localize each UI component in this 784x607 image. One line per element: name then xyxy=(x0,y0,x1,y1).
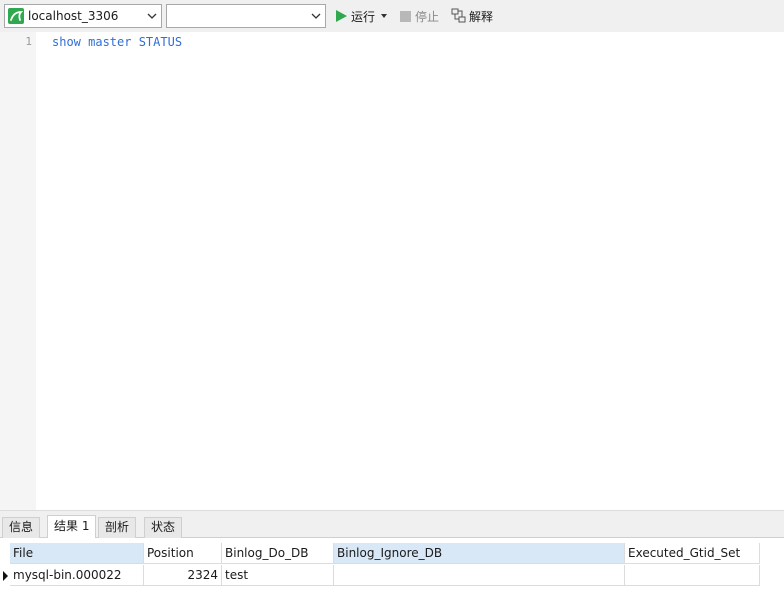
result-tabs: 信息 结果 1 剖析 状态 xyxy=(0,515,784,538)
connection-select-value: localhost_3306 xyxy=(28,9,119,23)
line-number: 1 xyxy=(25,35,32,48)
result-grid: File Position Binlog_Do_DB Binlog_Ignore… xyxy=(0,538,784,607)
cell-binlog-ignore-db[interactable] xyxy=(334,565,625,586)
explain-button[interactable]: 解释 xyxy=(451,6,493,26)
table-row[interactable]: mysql-bin.000022 2324 test xyxy=(10,565,760,586)
sql-editor[interactable]: show master STATUS xyxy=(36,32,784,510)
cell-position[interactable]: 2324 xyxy=(144,565,222,586)
connection-select[interactable]: localhost_3306 xyxy=(4,4,162,28)
line-number-gutter: 1 xyxy=(0,32,36,510)
column-header-file[interactable]: File xyxy=(10,543,144,564)
stop-button[interactable]: 停止 xyxy=(400,6,439,26)
tab-profile[interactable]: 剖析 xyxy=(98,517,137,538)
play-icon xyxy=(336,10,347,22)
toolbar: localhost_3306 运行 停止 解释 xyxy=(0,0,784,32)
explain-icon xyxy=(451,8,466,23)
stop-label: 停止 xyxy=(415,9,440,24)
database-select[interactable] xyxy=(166,4,326,28)
run-label: 运行 xyxy=(351,9,376,24)
stop-icon xyxy=(400,10,411,22)
tab-status[interactable]: 状态 xyxy=(144,517,183,538)
column-header-position[interactable]: Position xyxy=(144,543,222,564)
chevron-down-icon xyxy=(147,13,157,19)
cell-executed-gtid-set[interactable] xyxy=(625,565,760,586)
tab-info[interactable]: 信息 xyxy=(2,517,41,538)
cell-binlog-do-db[interactable]: test xyxy=(222,565,334,586)
column-header-binlog-do-db[interactable]: Binlog_Do_DB xyxy=(222,543,334,564)
cell-file[interactable]: mysql-bin.000022 xyxy=(10,565,144,586)
code-line: show master STATUS xyxy=(52,35,183,49)
grid-header-row: File Position Binlog_Do_DB Binlog_Ignore… xyxy=(10,543,760,564)
explain-label: 解释 xyxy=(469,9,494,24)
current-row-indicator-icon xyxy=(3,571,8,581)
tab-result-1[interactable]: 结果 1 xyxy=(47,515,97,538)
column-header-binlog-ignore-db[interactable]: Binlog_Ignore_DB xyxy=(334,543,625,564)
run-dropdown-arrow-icon[interactable] xyxy=(381,14,388,18)
query-window: localhost_3306 运行 停止 解释 1 show master ST… xyxy=(0,0,784,607)
column-header-executed-gtid-set[interactable]: Executed_Gtid_Set xyxy=(625,543,760,564)
run-button[interactable]: 运行 xyxy=(336,6,388,26)
mysql-connection-icon xyxy=(8,8,24,24)
chevron-down-icon xyxy=(311,13,321,19)
